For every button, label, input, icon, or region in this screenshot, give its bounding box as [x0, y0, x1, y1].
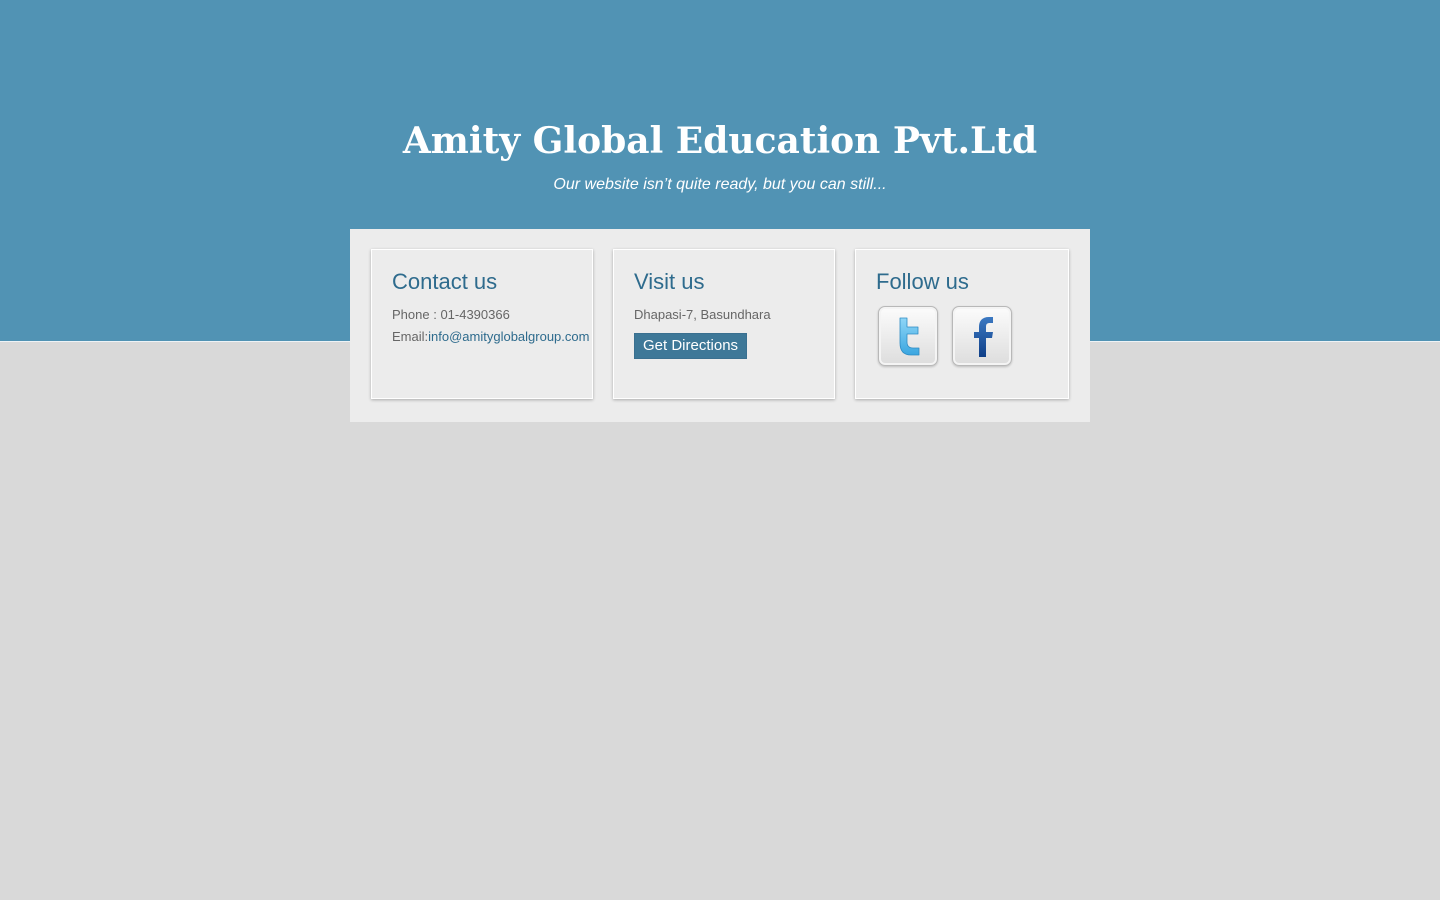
site-title: Amity Global Education Pvt.Ltd: [402, 120, 1038, 162]
facebook-icon: [974, 317, 993, 357]
phone-label: Phone :: [392, 307, 441, 322]
twitter-button[interactable]: [878, 306, 938, 366]
contact-heading: Contact us: [392, 269, 498, 294]
follow-heading: Follow us: [876, 269, 969, 294]
phone-number: 01-4390366: [440, 307, 510, 322]
info-panel: Contact us Phone : 01-4390366 Email:info…: [350, 229, 1090, 422]
get-directions-button[interactable]: Get Directions: [634, 333, 748, 359]
visit-card: Visit us Dhapasi-7, Basundhara Get Direc…: [613, 249, 835, 399]
follow-card: Follow us: [855, 249, 1069, 399]
phone-line: Phone : 01-4390366: [392, 304, 572, 326]
email-link[interactable]: info@amityglobalgroup.com: [428, 329, 589, 344]
tagline: Our website isn’t quite ready, but you c…: [553, 176, 887, 193]
facebook-button[interactable]: [952, 306, 1012, 366]
visit-heading: Visit us: [634, 269, 705, 294]
email-label: Email:: [392, 329, 429, 344]
twitter-icon: [899, 317, 920, 356]
address: Dhapasi-7, Basundhara: [634, 307, 771, 322]
email-line: Email:info@amityglobalgroup.com: [392, 326, 589, 348]
contact-card: Contact us Phone : 01-4390366 Email:info…: [371, 249, 593, 399]
